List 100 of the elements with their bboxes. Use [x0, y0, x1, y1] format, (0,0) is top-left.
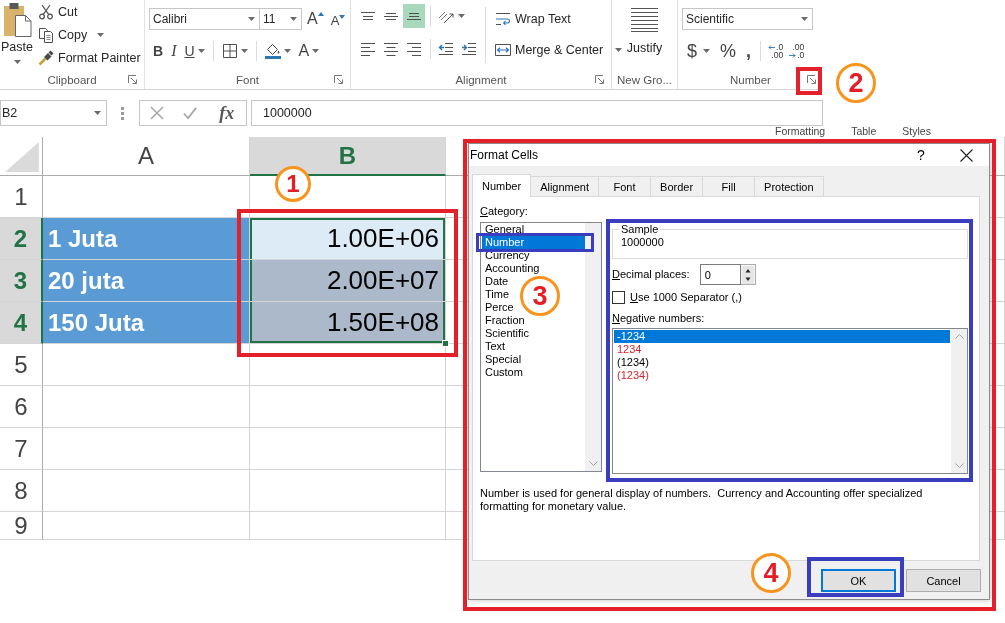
category-item[interactable]: Currency — [482, 249, 532, 262]
increase-decimal-button[interactable]: .0 .00 — [765, 43, 787, 59]
sample-label: Sample — [620, 223, 660, 236]
tab[interactable]: Number — [472, 174, 532, 197]
currency-button[interactable]: $ — [682, 40, 715, 62]
tab[interactable]: Alignment — [530, 176, 600, 196]
format-painter-button[interactable]: Format Painter — [36, 46, 143, 69]
merge-center-button[interactable]: Merge & Center — [493, 39, 625, 61]
category-item[interactable]: Perce — [482, 301, 516, 314]
percent-button[interactable]: % — [715, 40, 742, 62]
scissors-icon — [38, 3, 54, 20]
ok-button[interactable]: OK — [821, 569, 896, 592]
column-header[interactable]: B — [250, 137, 446, 176]
category-item[interactable]: Fraction — [482, 314, 527, 327]
checkbox-label: Use 1000 Separator (,) — [630, 291, 742, 304]
shrink-font-button[interactable]: A — [328, 8, 348, 30]
category-item[interactable]: Number — [482, 236, 585, 249]
negative-number-option[interactable]: -1234 — [614, 330, 950, 343]
launcher-icon[interactable] — [807, 75, 816, 84]
caret-icon — [290, 17, 297, 21]
paint-bucket-icon — [264, 43, 281, 59]
fill-handle[interactable] — [442, 340, 449, 347]
font-name-dropdown[interactable]: Calibri — [149, 8, 260, 30]
group-label: Clipboard — [46, 73, 98, 86]
caret-icon — [197, 49, 205, 53]
category-item[interactable]: Scientific — [482, 327, 532, 340]
align-bottom-button[interactable] — [403, 4, 425, 28]
spin-down-icon[interactable] — [740, 274, 755, 284]
sheet-cell: 2.00E+07 — [250, 260, 446, 302]
row-header[interactable]: 2 — [0, 218, 43, 260]
step-number-badge: 1 — [275, 166, 311, 202]
negative-number-option[interactable]: 1234 — [614, 343, 950, 356]
sample-value: 1000000 — [621, 236, 664, 249]
group-label: Font — [235, 73, 260, 86]
align-right-icon — [406, 42, 422, 56]
grow-font-button[interactable]: A — [305, 8, 326, 30]
group-label: New Gro... — [616, 73, 673, 86]
number-format-dropdown[interactable]: Scientific — [682, 8, 813, 30]
row-header[interactable]: 8 — [0, 470, 43, 512]
row-header[interactable]: 7 — [0, 428, 43, 470]
justify-button[interactable]: Justify — [626, 8, 663, 58]
italic-button[interactable]: I — [167, 40, 181, 62]
category-item[interactable]: General — [482, 223, 527, 236]
checkbox[interactable] — [612, 291, 625, 304]
negative-number-option[interactable]: (1234) — [614, 369, 950, 382]
sheet-cell: 1 Juta — [43, 218, 250, 260]
decrease-decimal-button[interactable]: .00 .0 — [786, 43, 808, 59]
grid-icon — [221, 43, 238, 59]
name-box[interactable]: B2 — [0, 100, 107, 126]
caret-icon — [240, 49, 248, 53]
formula-field[interactable]: 1000000 — [251, 100, 823, 126]
launcher-icon[interactable] — [595, 75, 604, 84]
negative-numbers-label: Negative numbers: — [612, 312, 705, 325]
caret-icon — [94, 111, 101, 115]
step-number-badge: 2 — [836, 63, 876, 103]
cancel-button[interactable]: Cancel — [906, 569, 981, 592]
check-icon[interactable] — [183, 106, 198, 120]
group-label: Alignment — [454, 73, 508, 86]
insert-function-button[interactable]: fx — [217, 102, 237, 124]
scrollbar[interactable] — [585, 223, 601, 471]
tab[interactable]: Protection — [754, 176, 824, 196]
row-header[interactable]: 9 — [0, 512, 43, 540]
justify-icon — [631, 8, 658, 32]
negative-number-option[interactable]: (1234) — [614, 356, 950, 369]
row-header[interactable]: 3 — [0, 260, 43, 302]
paste-button[interactable]: Paste — [0, 0, 34, 72]
align-middle-icon — [383, 12, 399, 20]
group-label: Number — [729, 73, 772, 86]
wrap-text-icon — [495, 12, 511, 26]
category-item[interactable]: Custom — [482, 366, 525, 379]
underline-button[interactable]: U — [180, 40, 209, 62]
category-item[interactable]: Special — [482, 353, 524, 366]
decimal-places-field[interactable]: 0 — [699, 264, 741, 285]
row-header[interactable]: 4 — [0, 302, 43, 344]
vertical-dots-icon — [121, 106, 124, 120]
sheet-cell: 150 Juta — [43, 302, 250, 344]
merge-cells-icon — [495, 44, 511, 56]
sheet-cell: 1.00E+06 — [250, 218, 446, 260]
category-item[interactable]: Time — [482, 288, 512, 301]
launcher-icon[interactable] — [334, 75, 343, 84]
sheet-cell: 20 juta — [43, 260, 250, 302]
category-item[interactable]: Date — [482, 275, 511, 288]
row-header[interactable]: 6 — [0, 386, 43, 428]
caret-icon — [615, 48, 623, 52]
category-item[interactable]: Accounting — [482, 262, 542, 275]
row-header[interactable]: 5 — [0, 344, 43, 386]
caret-icon — [283, 49, 291, 53]
wrap-text-button[interactable]: Wrap Text — [493, 8, 625, 30]
copy-button[interactable]: Copy — [36, 23, 143, 46]
comma-style-button[interactable]: , — [741, 40, 757, 62]
cut-button[interactable]: Cut — [36, 0, 143, 23]
bold-button[interactable]: B — [149, 40, 168, 62]
font-size-dropdown[interactable]: 11 — [259, 8, 302, 30]
help-button[interactable]: ? — [906, 144, 936, 166]
outdent-icon — [438, 43, 454, 55]
launcher-icon[interactable] — [128, 75, 137, 84]
font-color-button[interactable]: A — [294, 40, 324, 62]
category-item[interactable]: Text — [482, 340, 508, 353]
spin-up-icon[interactable] — [740, 265, 755, 275]
sheet-cell: 1.50E+08 — [250, 302, 446, 344]
